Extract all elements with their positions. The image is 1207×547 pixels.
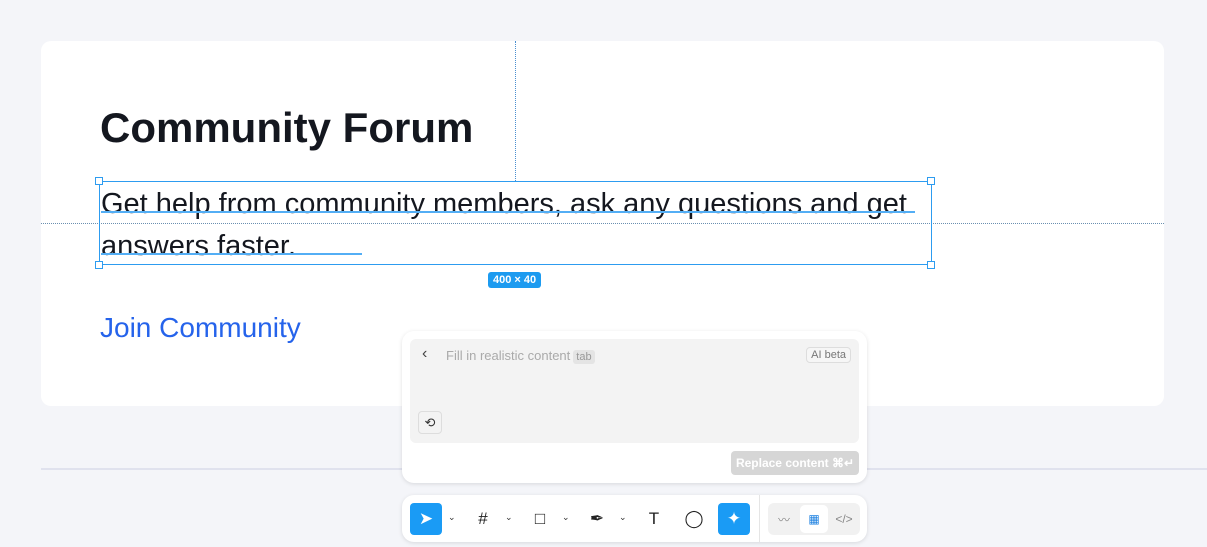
back-icon[interactable]: ‹ (422, 345, 427, 363)
resize-handle[interactable] (927, 177, 935, 185)
resize-handle[interactable] (95, 177, 103, 185)
frame-tool-icon[interactable]: # (467, 503, 499, 535)
prompt-placeholder: Fill in realistic content tab (446, 348, 595, 364)
vertical-guide (515, 41, 516, 181)
draw-mode-icon[interactable]: 〰 (770, 505, 798, 533)
comment-tool-icon[interactable]: ◯ (678, 503, 710, 535)
selection-box[interactable] (99, 181, 932, 265)
toolbar-separator (759, 495, 760, 542)
resize-handle[interactable] (927, 261, 935, 269)
toolbar: ➤ ⌄ # ⌄ □ ⌄ ✒ ⌄ T ◯ ✦ 〰 ▦ </> (402, 495, 867, 542)
resize-handle[interactable] (95, 261, 103, 269)
move-tool-icon[interactable]: ➤ (410, 503, 442, 535)
replace-content-button[interactable]: Replace content ⌘↵ (731, 451, 859, 475)
page-title[interactable]: Community Forum (100, 104, 473, 152)
placeholder-text: Fill in realistic content (446, 348, 571, 363)
chevron-down-icon[interactable]: ⌄ (505, 512, 513, 523)
pen-tool-icon[interactable]: ✒ (581, 503, 613, 535)
ai-panel: ‹ Fill in realistic content tab AI beta ⟲… (402, 331, 867, 483)
rectangle-tool-icon[interactable]: □ (524, 503, 556, 535)
join-community-link[interactable]: Join Community (100, 312, 301, 344)
history-icon[interactable]: ⟲ (418, 411, 442, 434)
ai-tool-icon[interactable]: ✦ (718, 503, 750, 535)
code-mode-icon[interactable]: </> (830, 505, 858, 533)
mode-switcher: 〰 ▦ </> (768, 503, 860, 535)
design-mode-icon[interactable]: ▦ (800, 505, 828, 533)
tab-hint: tab (573, 350, 595, 364)
text-tool-icon[interactable]: T (638, 503, 670, 535)
ai-beta-badge: AI beta (806, 347, 851, 363)
chevron-down-icon[interactable]: ⌄ (619, 512, 627, 523)
ai-prompt-input[interactable]: ‹ Fill in realistic content tab AI beta ⟲ (410, 339, 859, 443)
chevron-down-icon[interactable]: ⌄ (562, 512, 570, 523)
size-badge: 400 × 40 (488, 272, 542, 288)
chevron-down-icon[interactable]: ⌄ (448, 512, 456, 523)
